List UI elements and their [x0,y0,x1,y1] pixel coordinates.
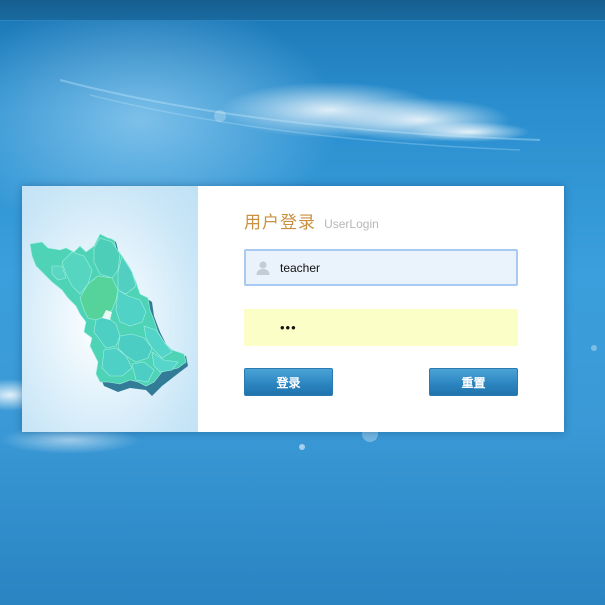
jiangsu-map-illustration [29,233,188,396]
login-form: 用户登录 UserLogin 登录 重置 [198,186,564,432]
password-field[interactable] [244,309,518,346]
login-page: 用户登录 UserLogin 登录 重置 [0,0,605,605]
username-field[interactable] [244,249,518,286]
username-input[interactable] [280,251,510,284]
map-panel [22,186,198,432]
login-subtitle: UserLogin [324,217,379,231]
top-bar [0,0,605,21]
login-panel: 用户登录 UserLogin 登录 重置 [22,186,564,432]
reset-button[interactable]: 重置 [429,368,518,396]
login-heading: 用户登录 UserLogin [244,208,379,233]
login-button[interactable]: 登录 [244,368,333,396]
user-icon [256,261,270,275]
password-input[interactable] [280,310,510,345]
login-title: 用户登录 [244,213,316,233]
